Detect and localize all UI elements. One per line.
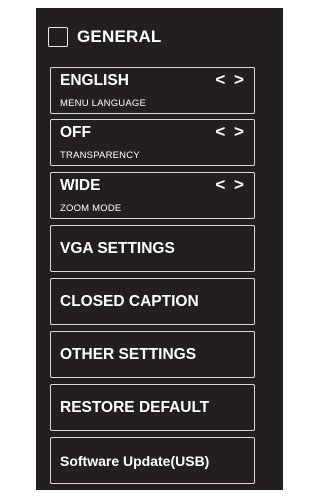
section-header: GENERAL: [48, 24, 162, 50]
transparency-option[interactable]: OFF < > TRANSPARENCY: [50, 119, 255, 166]
left-right-arrows-icon[interactable]: < >: [215, 70, 246, 90]
closed-caption-button[interactable]: CLOSED CAPTION: [50, 278, 255, 325]
general-checkbox[interactable]: [48, 27, 68, 47]
other-settings-button[interactable]: OTHER SETTINGS: [50, 331, 255, 378]
menu-language-value: ENGLISH: [60, 72, 129, 89]
zoom-mode-value: WIDE: [60, 177, 101, 194]
software-update-usb-button[interactable]: Software Update(USB): [50, 437, 255, 484]
left-right-arrows-icon[interactable]: < >: [215, 175, 246, 195]
left-right-arrows-icon[interactable]: < >: [215, 122, 246, 142]
menu-language-option[interactable]: ENGLISH < > MENU LANGUAGE: [50, 67, 255, 114]
restore-default-button[interactable]: RESTORE DEFAULT: [50, 384, 255, 431]
transparency-value: OFF: [60, 124, 91, 141]
section-title: GENERAL: [77, 27, 162, 46]
zoom-mode-label: ZOOM MODE: [60, 203, 122, 214]
vga-settings-button[interactable]: VGA SETTINGS: [50, 225, 255, 272]
transparency-label: TRANSPARENCY: [60, 150, 140, 161]
menu-language-label: MENU LANGUAGE: [60, 98, 147, 109]
zoom-mode-option[interactable]: WIDE < > ZOOM MODE: [50, 172, 255, 219]
general-settings-panel: GENERAL ENGLISH < > MENU LANGUAGE OFF < …: [36, 8, 283, 490]
